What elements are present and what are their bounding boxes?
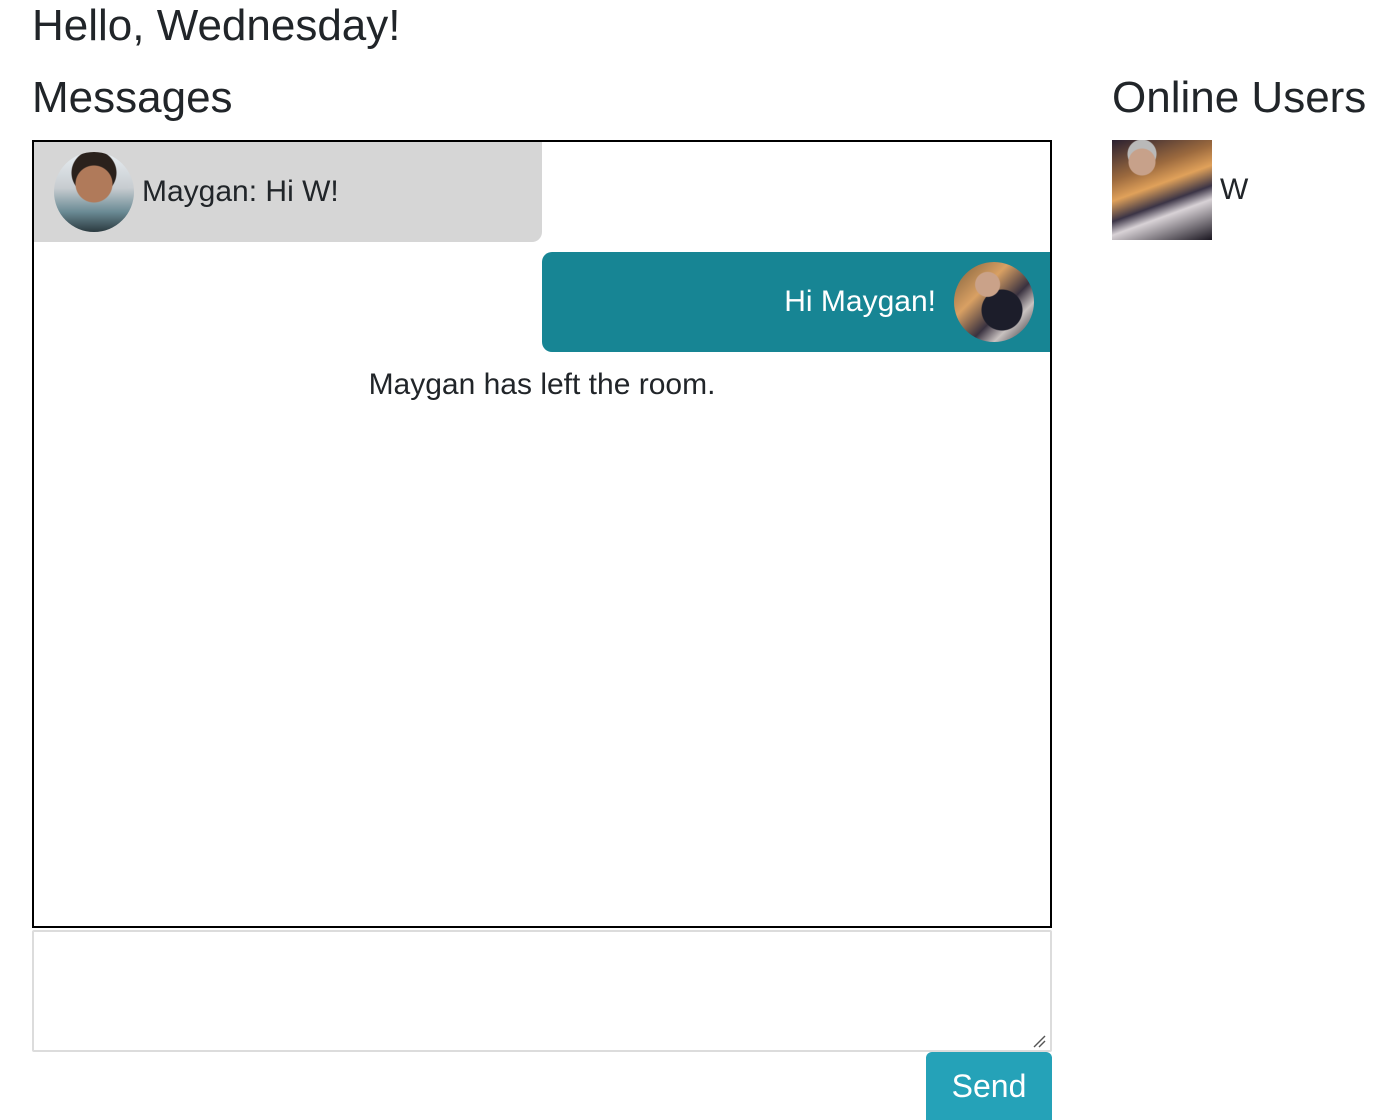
message-text: Hi Maygan! (784, 285, 936, 318)
message-text: Maygan: Hi W! (142, 175, 339, 208)
online-users-heading: Online Users (1112, 73, 1367, 122)
maygan-avatar-icon (54, 152, 134, 232)
user-avatar-icon (1112, 140, 1212, 240)
online-user-name: W (1220, 173, 1249, 206)
system-message: Maygan has left the room. (368, 368, 716, 401)
greeting-title: Hello, Wednesday! (32, 1, 401, 50)
chat-page: Hello, Wednesday! Messages Online Users … (0, 0, 1396, 1120)
message-list[interactable]: Maygan: Hi W! Hi Maygan! Maygan has left… (32, 140, 1052, 928)
messages-heading: Messages (32, 73, 233, 122)
message-received: Maygan: Hi W! (34, 142, 542, 242)
online-user-item: W (1112, 140, 1248, 240)
message-input[interactable] (32, 930, 1052, 1052)
wednesday-avatar-icon (954, 262, 1034, 342)
send-button[interactable]: Send (926, 1052, 1052, 1120)
message-sent: Hi Maygan! (542, 252, 1050, 352)
